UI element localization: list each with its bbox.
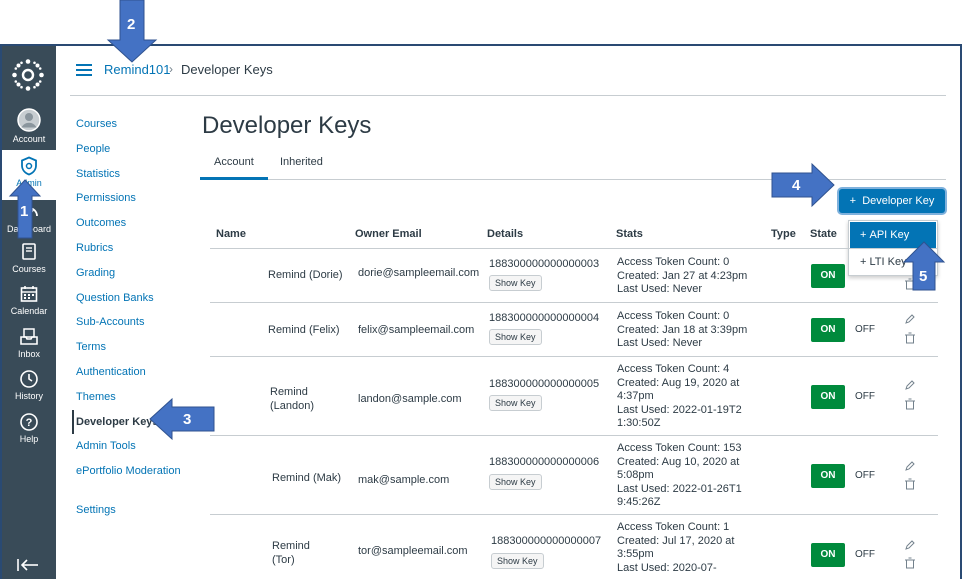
callout-number-1: 1	[20, 203, 29, 220]
callout-number-4: 4	[792, 177, 801, 194]
callout-overlay	[8, 0, 946, 441]
callout-number-2: 2	[127, 16, 136, 33]
callout-arrow-4	[771, 162, 835, 208]
callout-number-5: 5	[919, 268, 928, 285]
callout-arrow-3	[149, 397, 215, 441]
callout-number-3: 3	[183, 411, 192, 428]
